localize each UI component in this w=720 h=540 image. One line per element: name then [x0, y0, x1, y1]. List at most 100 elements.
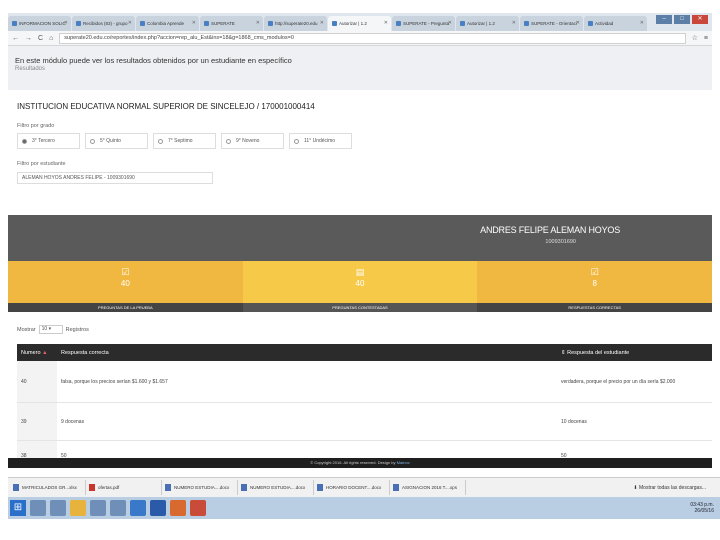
home-icon[interactable]: ⌂ — [49, 35, 53, 42]
download-label: ofertas.pdf — [98, 485, 120, 490]
browser-tab[interactable]: Colombia Aprende ✕ — [136, 16, 199, 31]
grade-option[interactable]: 5° Quinto — [85, 133, 148, 149]
download-item[interactable]: ASIGNACION 2016 T....xps — [390, 480, 466, 495]
close-tab-icon[interactable]: ✕ — [640, 20, 644, 26]
sort-icon[interactable]: ▲ — [42, 350, 47, 356]
url-input[interactable]: superate20.edu.co/reportes/index.php?acc… — [59, 32, 686, 44]
grade-option[interactable]: 9° Noveno — [221, 133, 284, 149]
tab-favicon-icon — [140, 21, 145, 26]
tab-label: Recibidos (83) - grupo — [83, 21, 128, 26]
windows-start-icon[interactable]: ⊞ — [10, 500, 26, 516]
user-icon[interactable] — [110, 500, 126, 516]
stat-label: PREGUNTAS DE LA PRUEBA — [98, 305, 153, 310]
grade-label: 3° Tercero — [32, 138, 55, 144]
file-icon — [13, 484, 19, 491]
tab-favicon-icon — [588, 21, 593, 26]
grade-filter: 3° Tercero 5° Quinto 7° Septimo 9° Noven… — [17, 133, 712, 149]
address-bar: ← → C ⌂ superate20.edu.co/reportes/index… — [8, 31, 712, 46]
browser-tab[interactable]: INFORMACION SOLIC ✕ — [8, 16, 71, 31]
grade-option[interactable]: 3° Tercero — [17, 133, 80, 149]
grade-option[interactable]: 7° Septimo — [153, 133, 216, 149]
close-tab-icon[interactable]: ✕ — [320, 20, 324, 26]
check-icon: ☑ — [590, 267, 599, 277]
stat-value: 40 — [120, 279, 130, 288]
file-explorer-icon[interactable] — [30, 500, 46, 516]
paint-icon[interactable] — [190, 500, 206, 516]
grade-option[interactable]: 11° Undécimo — [289, 133, 352, 149]
close-tab-icon[interactable]: ✕ — [128, 20, 132, 26]
download-item[interactable]: NUMERO ESTUDIA....docx — [238, 480, 314, 495]
back-icon[interactable]: ← — [12, 35, 19, 42]
clock-date[interactable]: 26/05/16 — [690, 508, 714, 514]
stat-label: PREGUNTAS CONTESTADAS — [242, 303, 478, 312]
download-item[interactable]: NUMERO ESTUDIA....docx — [162, 480, 238, 495]
grade-label: 9° Noveno — [236, 138, 260, 144]
show-label: Mostrar — [17, 326, 36, 333]
radio-icon[interactable] — [158, 138, 163, 144]
minimize-icon[interactable]: – — [656, 15, 672, 24]
tab-favicon-icon — [12, 21, 17, 26]
cell-student: 10 docenas — [561, 418, 587, 425]
download-label: MATRICULADOS GR...xlsx — [22, 485, 77, 490]
student-filter-label: Filtro por estudiante — [17, 161, 66, 167]
tab-label: http://superate20.edu — [275, 21, 318, 26]
browser-tab[interactable]: Autorizar | 1.2 ✕ — [456, 16, 519, 31]
grade-label: 5° Quinto — [100, 138, 121, 144]
menu-icon[interactable]: ≡ — [704, 35, 708, 42]
radio-icon[interactable] — [90, 138, 95, 144]
word-doc-icon — [241, 484, 247, 491]
file-icon — [393, 484, 399, 491]
chrome-icon[interactable] — [70, 500, 86, 516]
stat-value: 40 — [355, 279, 365, 288]
student-select[interactable]: ALEMAN HOYOS ANDRES FELIPE - 1009301690 — [17, 172, 213, 184]
radio-icon[interactable] — [226, 138, 231, 144]
table-row: 39 9 docenas 10 docenas — [17, 403, 712, 441]
close-tab-icon[interactable]: ✕ — [64, 20, 68, 26]
app-icon[interactable] — [170, 500, 186, 516]
media-player-icon[interactable] — [50, 500, 66, 516]
tab-favicon-icon — [524, 21, 529, 26]
download-item[interactable]: MATRICULADOS GR...xlsx — [10, 480, 86, 495]
app-icon[interactable] — [90, 500, 106, 516]
column-header-correct[interactable]: Respuesta correcta — [57, 350, 557, 356]
show-all-label: Mostrar todas las descargas... — [639, 484, 706, 491]
download-item[interactable]: ofertas.pdf — [86, 480, 162, 495]
browser-tab[interactable]: Recibidos (83) - grupo ✕ — [72, 16, 135, 31]
browser-tab[interactable]: Actividad ✕ — [584, 16, 647, 31]
bookmark-star-icon[interactable]: ☆ — [692, 34, 698, 42]
radio-selected-icon[interactable] — [22, 138, 27, 144]
internet-explorer-icon[interactable] — [130, 500, 146, 516]
browser-tab[interactable]: SUPERATE - Pregunta ✕ — [392, 16, 455, 31]
module-header: En este módulo puede ver los resultados … — [8, 46, 712, 90]
browser-tab[interactable]: SUPERATE - Orientaci ✕ — [520, 16, 583, 31]
close-tab-icon[interactable]: ✕ — [192, 20, 196, 26]
browser-tab[interactable]: SUPERATE ✕ — [200, 16, 263, 31]
close-tab-icon[interactable]: ✕ — [512, 20, 516, 26]
word-icon[interactable] — [150, 500, 166, 516]
close-window-icon[interactable]: ✕ — [692, 15, 708, 24]
header-label: Numero — [21, 349, 41, 356]
close-tab-icon[interactable]: ✕ — [576, 20, 580, 26]
column-header-student[interactable]: ⇕ Respuesta del estudiante — [557, 350, 712, 356]
download-item[interactable]: HORARIO DOCENT....docx — [314, 480, 390, 495]
browser-tab[interactable]: http://superate20.edu ✕ — [264, 16, 327, 31]
browser-tab-active[interactable]: Autorizar | 1.2 ✕ — [328, 16, 391, 31]
page-size-select[interactable]: 10 ▾ — [38, 325, 63, 334]
close-tab-icon[interactable]: ✕ — [448, 20, 452, 26]
header-label: Respuesta del estudiante — [567, 349, 630, 356]
column-header-number[interactable]: Numero ▲ — [17, 350, 57, 356]
reload-icon[interactable]: C — [38, 35, 43, 42]
maximize-icon[interactable]: □ — [674, 15, 690, 24]
radio-icon[interactable] — [294, 138, 299, 144]
designer-link[interactable]: Mamov — [397, 460, 410, 465]
close-tab-icon[interactable]: ✕ — [384, 20, 388, 26]
show-all-downloads-link[interactable]: ⬇ Mostrar todas las descargas... — [633, 485, 720, 491]
grade-filter-label: Filtro por grado — [17, 123, 55, 129]
download-label: HORARIO DOCENT....docx — [326, 485, 382, 490]
forward-icon[interactable]: → — [25, 35, 32, 42]
sort-icon[interactable]: ⇕ — [561, 350, 566, 356]
student-name: ANDRES FELIPE ALEMAN HOYOS — [480, 225, 620, 235]
close-tab-icon[interactable]: ✕ — [256, 20, 260, 26]
tab-label: Colombia Aprende — [147, 21, 185, 26]
page-size-value: 10 — [41, 326, 48, 332]
